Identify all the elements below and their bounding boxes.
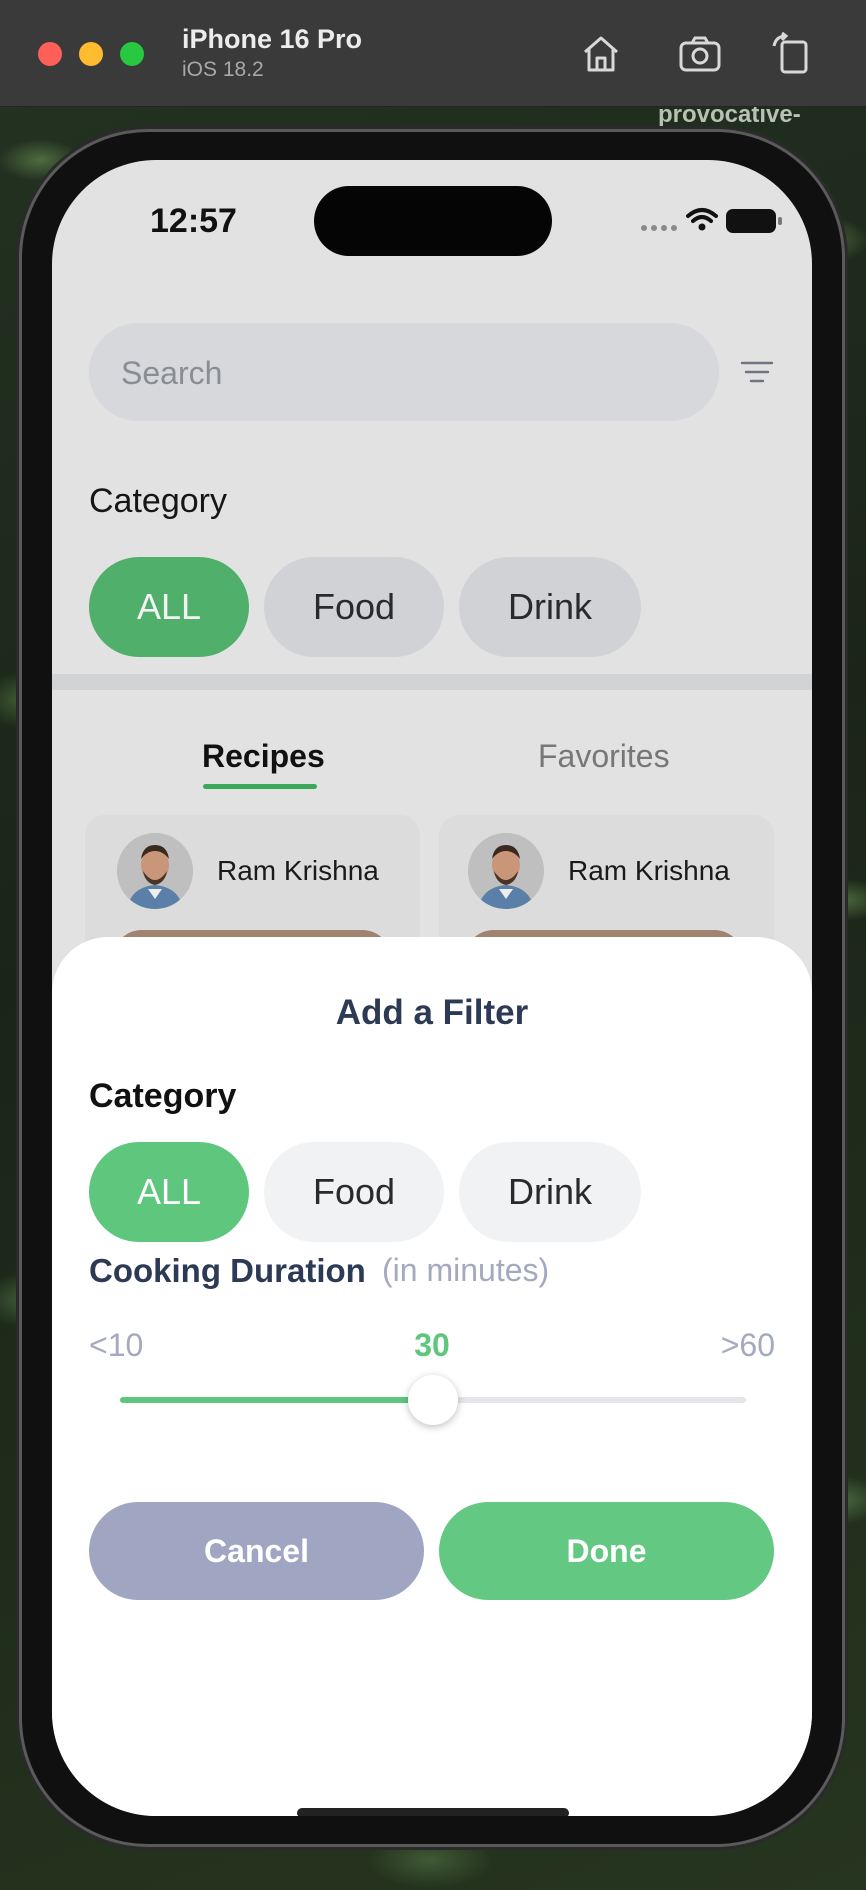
slider-max-label: >60 [720,1327,775,1363]
search-placeholder: Search [121,355,223,391]
status-time: 12:57 [150,202,237,240]
close-window-button[interactable] [38,42,62,66]
device-name: iPhone 16 Pro [182,24,363,54]
section-divider [52,674,812,690]
device-os-version: iOS 18.2 [182,58,264,81]
duration-slider-thumb[interactable] [408,1375,458,1425]
tab-favorites[interactable]: Favorites [538,738,670,775]
screenshot-icon[interactable] [676,30,724,78]
filter-chip-all[interactable]: ALL [89,1142,249,1242]
zoom-window-button[interactable] [120,42,144,66]
filter-bottom-sheet: Add a Filter Category ALL Food Drink Coo… [52,937,812,1816]
battery-icon [726,209,782,233]
author-name: Ram Krishna [217,855,379,886]
cooking-duration-label: Cooking Duration [89,1252,366,1289]
filter-icon[interactable] [739,358,775,386]
author-avatar [468,833,544,909]
rotate-icon[interactable] [768,30,816,78]
cooking-duration-unit: (in minutes) [382,1252,550,1288]
wifi-icon [686,208,718,231]
filter-category-heading: Category [89,1077,237,1115]
signal-icon [641,225,677,231]
home-indicator [297,1808,569,1816]
category-chip-all[interactable]: ALL [89,557,249,657]
author-name: Ram Krishna [568,855,730,886]
search-field[interactable]: Search [89,323,719,421]
filter-chip-drink[interactable]: Drink [459,1142,641,1242]
filter-sheet-title: Add a Filter [335,993,529,1032]
status-icons [641,208,782,233]
minimize-window-button[interactable] [79,42,103,66]
category-chip-drink[interactable]: Drink [459,557,641,657]
cancel-button[interactable]: Cancel [89,1502,424,1600]
category-heading: Category [89,482,227,520]
done-button[interactable]: Done [439,1502,774,1600]
duration-slider-fill [120,1397,433,1403]
author-avatar [117,833,193,909]
simulator-titlebar: iPhone 16 Pro iOS 18.2 [0,0,866,107]
filter-chip-food[interactable]: Food [264,1142,444,1242]
home-icon[interactable] [577,30,625,78]
tab-active-indicator [203,784,317,789]
category-chip-food[interactable]: Food [264,557,444,657]
phone-screen: 12:57 Search Category ALL Food Drink Rec… [52,160,812,1816]
dynamic-island [314,186,552,256]
tab-recipes[interactable]: Recipes [202,738,325,775]
slider-value-label: 30 [414,1327,450,1363]
